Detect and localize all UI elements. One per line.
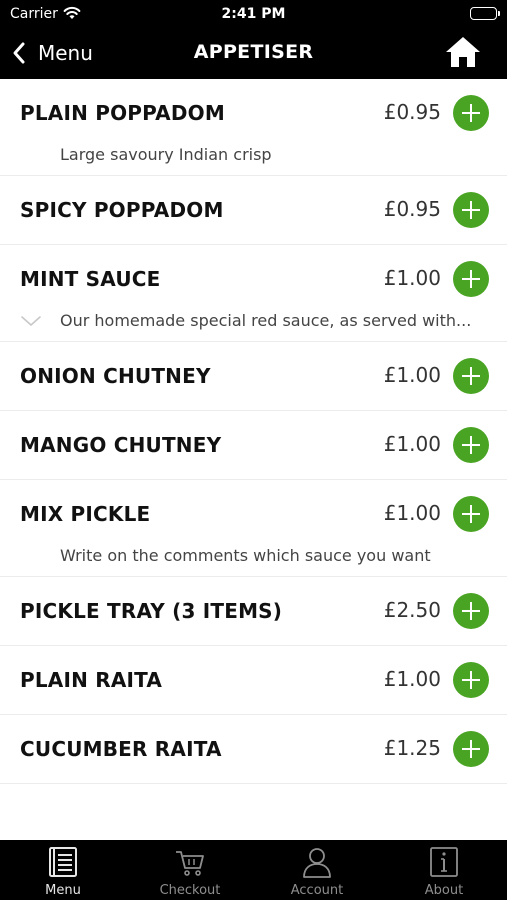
list-item[interactable]: SPICY POPPADOM £0.95 (0, 176, 507, 245)
status-bar: Carrier 2:41 PM (0, 0, 507, 28)
list-item[interactable]: PICKLE TRAY (3 ITEMS) £2.50 (0, 577, 507, 646)
list-item[interactable]: MIX PICKLE £1.00 Write on the comments whi… (0, 480, 507, 577)
add-to-cart-button[interactable] (453, 427, 489, 463)
item-row: SPICY POPPADOM £0.95 (0, 176, 507, 244)
item-row: PICKLE TRAY (3 ITEMS) £2.50 (0, 577, 507, 645)
tab-menu[interactable]: Menu (0, 840, 126, 900)
item-name: MINT SAUCE (20, 267, 161, 291)
item-description-row: Our homemade special red sauce, as serve… (0, 311, 507, 341)
item-name: MIX PICKLE (20, 502, 151, 526)
item-price: £0.95 (383, 100, 441, 124)
item-description-row: Large savoury Indian crisp (0, 145, 507, 175)
tab-bar: Menu Checkout Account About (0, 840, 507, 900)
item-description: Write on the comments which sauce you wa… (60, 546, 431, 565)
item-price: £2.50 (383, 598, 441, 622)
item-row: MINT SAUCE £1.00 (0, 245, 507, 313)
list-item[interactable]: ONION CHUTNEY £1.00 (0, 342, 507, 411)
list-item[interactable]: PLAIN RAITA £1.00 (0, 646, 507, 715)
list-item[interactable]: CUCUMBER RAITA £1.25 (0, 715, 507, 784)
item-description-row: Write on the comments which sauce you wa… (0, 546, 507, 576)
tab-about-label: About (424, 883, 464, 898)
item-price: £0.95 (383, 197, 441, 221)
info-icon (429, 846, 459, 878)
add-to-cart-button[interactable] (453, 731, 489, 767)
person-icon (302, 846, 332, 878)
list-item[interactable]: MANGO CHUTNEY £1.00 (0, 411, 507, 480)
chevron-down-icon[interactable] (20, 313, 42, 327)
home-icon[interactable] (445, 35, 481, 69)
item-description: Large savoury Indian crisp (60, 145, 272, 164)
item-row: CUCUMBER RAITA £1.25 (0, 715, 507, 783)
item-row: MANGO CHUTNEY £1.00 (0, 411, 507, 479)
item-row: ONION CHUTNEY £1.00 (0, 342, 507, 410)
menu-book-icon (48, 846, 78, 878)
tab-about[interactable]: About (381, 840, 507, 900)
tab-checkout[interactable]: Checkout (127, 840, 253, 900)
tab-checkout-label: Checkout (159, 883, 221, 898)
item-price: £1.25 (383, 736, 441, 760)
item-price: £1.00 (383, 266, 441, 290)
list-item[interactable]: MINT SAUCE £1.00 Our homemade special red … (0, 245, 507, 342)
item-name: MANGO CHUTNEY (20, 433, 222, 457)
add-to-cart-button[interactable] (453, 358, 489, 394)
item-name: ONION CHUTNEY (20, 364, 211, 388)
item-row: PLAIN POPPADOM £0.95 (0, 79, 507, 147)
page-title: APPETISER (193, 41, 314, 63)
clock: 2:41 PM (221, 6, 286, 22)
item-name: PICKLE TRAY (3 ITEMS) (20, 599, 283, 623)
item-price: £1.00 (383, 667, 441, 691)
item-price: £1.00 (383, 432, 441, 456)
add-to-cart-button[interactable] (453, 662, 489, 698)
item-name: PLAIN POPPADOM (20, 101, 225, 125)
menu-list: PLAIN POPPADOM £0.95 Large savoury Indian … (0, 79, 507, 784)
add-to-cart-button[interactable] (453, 95, 489, 131)
item-name: CUCUMBER RAITA (20, 737, 222, 761)
item-description: Our homemade special red sauce, as serve… (60, 311, 472, 330)
item-name: SPICY POPPADOM (20, 198, 224, 222)
item-row: PLAIN RAITA £1.00 (0, 646, 507, 714)
navigation-bar: Menu APPETISER (0, 28, 507, 79)
list-item[interactable]: PLAIN POPPADOM £0.95 Large savoury Indian … (0, 79, 507, 176)
add-to-cart-button[interactable] (453, 593, 489, 629)
tab-account[interactable]: Account (254, 840, 380, 900)
tab-account-label: Account (290, 883, 344, 898)
tab-menu-label: Menu (45, 883, 81, 898)
item-price: £1.00 (383, 363, 441, 387)
cart-icon (175, 846, 205, 878)
add-to-cart-button[interactable] (453, 496, 489, 532)
add-to-cart-button[interactable] (453, 261, 489, 297)
item-name: PLAIN RAITA (20, 668, 163, 692)
battery-icon (470, 7, 500, 20)
item-price: £1.00 (383, 501, 441, 525)
item-row: MIX PICKLE £1.00 (0, 480, 507, 548)
add-to-cart-button[interactable] (453, 192, 489, 228)
